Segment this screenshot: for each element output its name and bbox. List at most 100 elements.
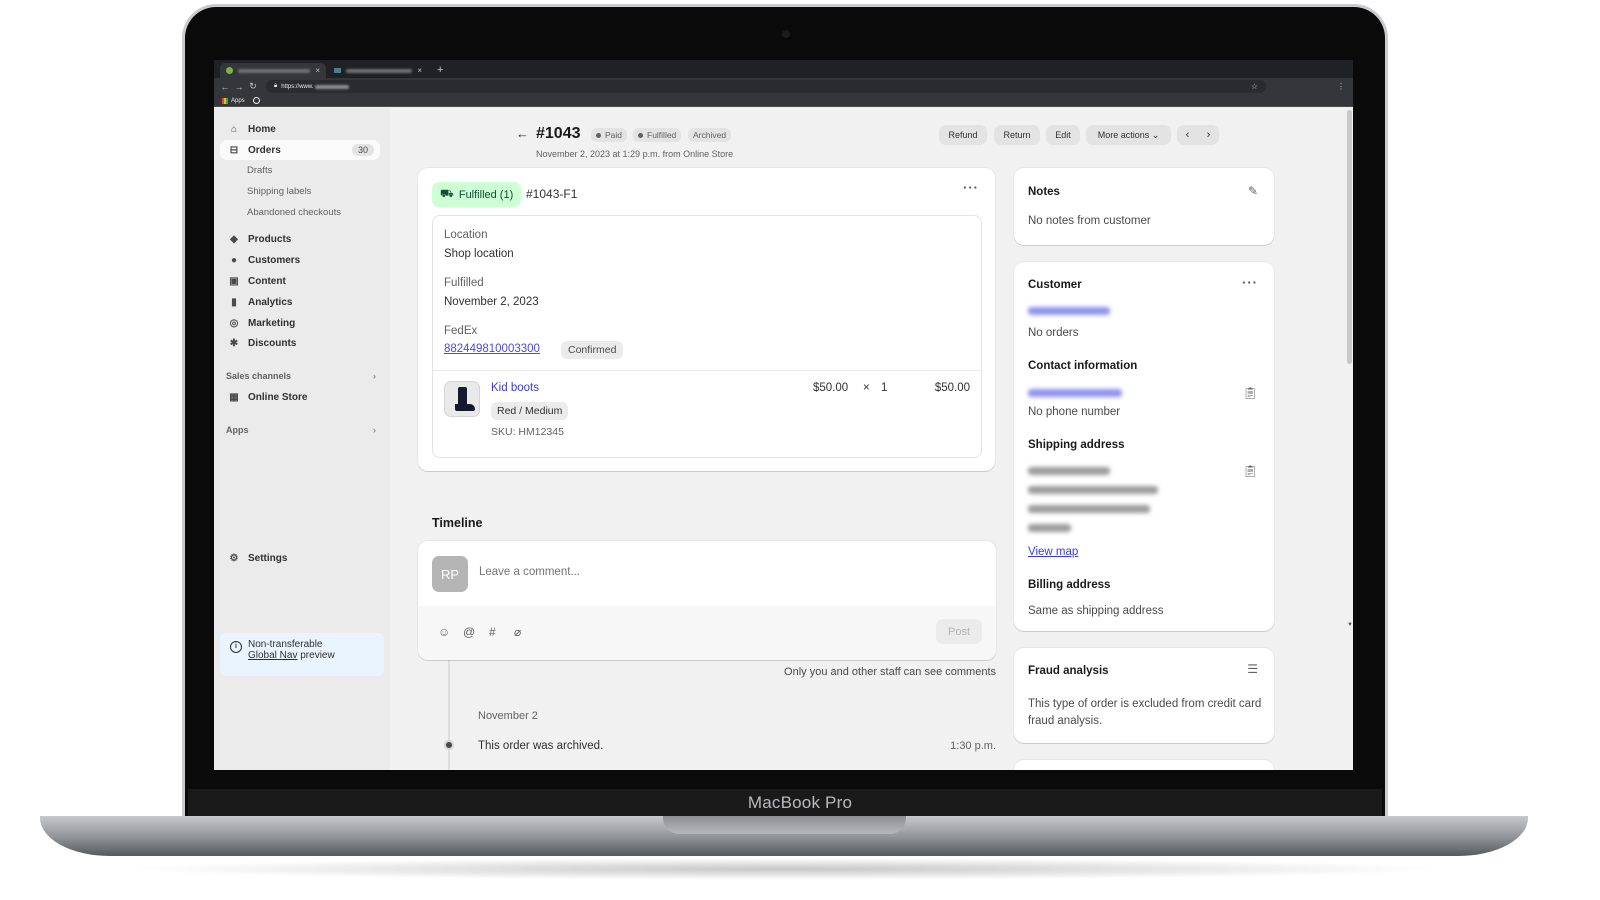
customer-email-redacted[interactable]	[1028, 389, 1122, 397]
return-button[interactable]: Return	[994, 125, 1040, 145]
list-icon[interactable]: ☰	[1247, 662, 1258, 676]
close-tab-icon[interactable]: ×	[417, 66, 422, 75]
fulfilled-date: November 2, 2023	[444, 296, 539, 308]
bookmark-star-icon[interactable]: ☆	[1251, 82, 1258, 91]
scrollbar[interactable]: ▼	[1346, 108, 1353, 770]
sidebar-subitem-shipping-labels[interactable]: Shipping labels	[247, 186, 311, 197]
customer-name-link-redacted[interactable]	[1028, 307, 1110, 315]
back-icon[interactable]: ←	[218, 82, 232, 92]
sidebar-item-settings[interactable]: ⚙ Settings	[220, 548, 380, 568]
notice-line2: preview	[297, 650, 335, 661]
url-redacted	[314, 84, 349, 89]
next-order-icon[interactable]: ›	[1207, 129, 1211, 141]
previous-order-icon[interactable]: ‹	[1186, 129, 1190, 141]
device-brand-label: MacBook Pro	[747, 793, 853, 812]
sales-channels-header[interactable]: Sales channels ›	[226, 371, 376, 381]
phone-text: No phone number	[1028, 406, 1121, 418]
line-total: $50.00	[934, 382, 970, 394]
clipboard-icon[interactable]: 📋︎	[1243, 464, 1258, 478]
edit-button[interactable]: Edit	[1046, 125, 1080, 145]
variant-badge: Red / Medium	[491, 402, 569, 420]
section-label: Apps	[226, 425, 249, 435]
sidebar-item-label: Discounts	[248, 337, 297, 349]
discount-icon: ✱	[229, 337, 239, 349]
scroll-down-icon[interactable]: ▼	[1347, 622, 1353, 628]
person-icon: ●	[230, 254, 238, 266]
badge-label: Fulfilled	[647, 130, 677, 140]
info-icon: i	[230, 641, 242, 653]
sidebar-item-marketing[interactable]: ◎ Marketing	[220, 313, 380, 333]
refund-button[interactable]: Refund	[939, 125, 987, 145]
screen: × × + ← → ↻ 🔒︎ https://www. ☆ ⋮ Apps ⌂ H…	[214, 60, 1353, 770]
sidebar-item-label: Analytics	[248, 296, 293, 308]
new-tab-button[interactable]: +	[437, 64, 443, 76]
truck-icon: ⛟	[440, 187, 454, 200]
attachment-icon[interactable]: ⌀	[514, 625, 521, 639]
timeline-line	[448, 660, 450, 770]
customer-card: Customer ··· No orders Contact informati…	[1014, 262, 1274, 631]
sidebar-item-label: Customers	[248, 254, 301, 266]
pencil-icon[interactable]: ✎	[1248, 184, 1258, 198]
global-nav-link[interactable]: Global Nav	[248, 650, 297, 661]
bookmark-apps[interactable]: Apps	[231, 98, 245, 104]
sidebar-item-label: Marketing	[248, 317, 296, 329]
sidebar-item-customers[interactable]: ● Customers	[220, 250, 380, 270]
post-button[interactable]: Post	[936, 619, 982, 644]
quantity: 1	[881, 382, 888, 394]
sidebar-item-analytics[interactable]: ▮ Analytics	[220, 292, 380, 312]
view-map-link[interactable]: View map	[1028, 546, 1078, 558]
sidebar-item-discounts[interactable]: ✱ Discounts	[220, 333, 380, 353]
emoji-icon[interactable]: ☺	[438, 625, 450, 639]
more-actions-button[interactable]: More actions ⌄	[1086, 125, 1171, 145]
favicon-icon	[334, 68, 341, 73]
sidebar-item-content[interactable]: ▣ Content	[220, 271, 380, 291]
target-icon: ◎	[229, 317, 239, 329]
forward-icon[interactable]: →	[232, 82, 246, 92]
badge-label: Fulfilled (1)	[458, 188, 514, 201]
camera	[782, 30, 790, 38]
notice-line1: Non-transferable	[248, 639, 323, 650]
divider	[433, 370, 981, 371]
notes-title: Notes	[1028, 186, 1060, 198]
dot-icon	[638, 132, 643, 138]
browser-menu-icon[interactable]: ⋮	[1337, 82, 1345, 91]
apps-header[interactable]: Apps ›	[226, 425, 376, 435]
tab-title-redacted	[346, 68, 413, 73]
address-bar[interactable]: 🔒︎ https://www. ☆	[266, 80, 1266, 93]
status-badge-archived: Archived	[688, 128, 732, 142]
sidebar-item-orders[interactable]: ⊟ Orders 30	[220, 140, 380, 160]
more-options-icon[interactable]: ···	[963, 180, 979, 195]
badge-label: Paid	[605, 130, 623, 140]
apps-grid-icon	[222, 97, 228, 104]
sidebar-item-products[interactable]: ◆ Products	[220, 229, 380, 249]
scrollbar-thumb[interactable]	[1347, 110, 1352, 364]
fulfilled-status-badge: ⛟ Fulfilled (1)	[432, 182, 522, 207]
global-nav-notice: i Non-transferable Global Nav preview	[220, 633, 384, 676]
comment-input[interactable]	[479, 566, 899, 578]
more-options-icon[interactable]: ···	[1242, 275, 1258, 290]
hashtag-icon[interactable]: #	[489, 625, 496, 639]
clipboard-icon[interactable]: 📋︎	[1243, 386, 1258, 400]
product-name-link[interactable]: Kid boots	[491, 382, 539, 394]
fulfillment-details: Location Shop location Fulfilled Novembe…	[432, 215, 982, 458]
product-thumbnail[interactable]	[444, 381, 480, 417]
contact-info-title: Contact information	[1028, 360, 1138, 372]
tracking-number-link[interactable]: 882449810003300	[444, 343, 540, 355]
reload-icon[interactable]: ↻	[246, 81, 260, 92]
browser-tab-active[interactable]: ×	[220, 63, 326, 78]
address-line-redacted	[1028, 486, 1158, 494]
location-value: Shop location	[444, 248, 514, 260]
sidebar-subitem-abandoned-checkouts[interactable]: Abandoned checkouts	[247, 207, 341, 218]
billing-address-text: Same as shipping address	[1028, 605, 1164, 617]
staff-visibility-note: Only you and other staff can see comment…	[784, 666, 996, 678]
mention-icon[interactable]: @	[463, 625, 475, 639]
close-tab-icon[interactable]: ×	[315, 66, 320, 75]
bookmark-globe-icon[interactable]	[252, 97, 260, 104]
sidebar-item-home[interactable]: ⌂ Home	[220, 119, 380, 139]
badge-label: Archived	[693, 130, 727, 140]
sidebar-item-online-store[interactable]: ▦ Online Store	[220, 387, 380, 407]
browser-tab[interactable]: ×	[328, 63, 428, 78]
location-label: Location	[444, 229, 488, 241]
sidebar-subitem-drafts[interactable]: Drafts	[247, 165, 272, 176]
back-arrow-icon[interactable]: ←	[516, 126, 529, 141]
